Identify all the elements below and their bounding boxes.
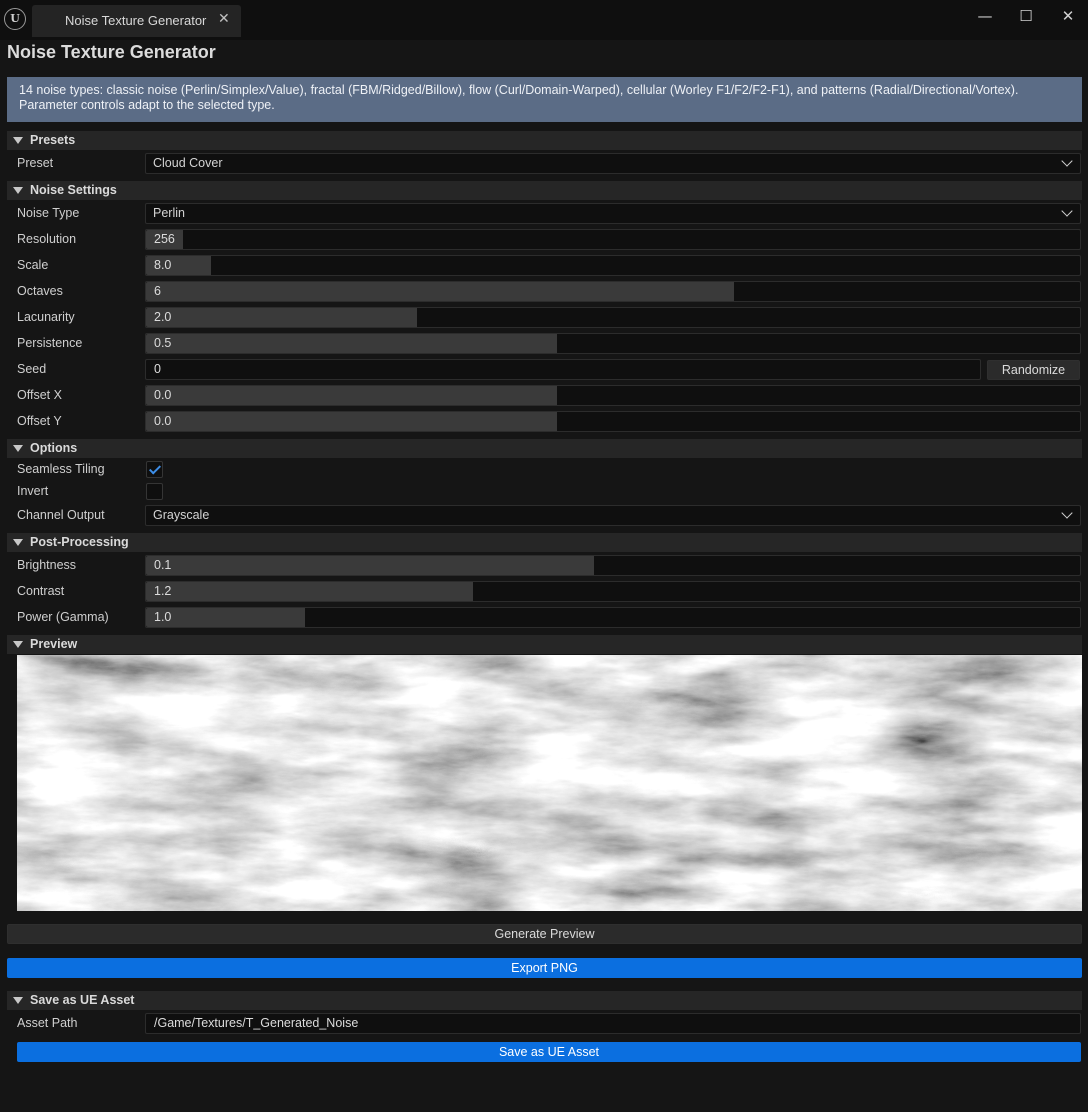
noise-preview-image bbox=[17, 655, 1082, 911]
section-header-post-processing[interactable]: Post-Processing bbox=[7, 533, 1082, 552]
contrast-label: Contrast bbox=[17, 584, 65, 598]
invert-label: Invert bbox=[17, 484, 49, 498]
offset-x-label: Offset X bbox=[17, 388, 62, 402]
section-title: Noise Settings bbox=[30, 183, 117, 197]
triangle-down-icon bbox=[13, 641, 23, 648]
page-title: Noise Texture Generator bbox=[7, 42, 216, 62]
slider-value: 2.0 bbox=[154, 310, 172, 324]
section-title: Post-Processing bbox=[30, 535, 129, 549]
channel-output-value: Grayscale bbox=[153, 508, 210, 522]
maximize-icon[interactable]: ☐ bbox=[1012, 6, 1040, 28]
lacunarity-slider[interactable]: 2.0 bbox=[145, 307, 1081, 328]
slider-fill bbox=[146, 282, 735, 301]
slider-value: 0.1 bbox=[154, 558, 172, 572]
triangle-down-icon bbox=[13, 445, 23, 452]
preset-value: Cloud Cover bbox=[153, 156, 223, 170]
close-icon[interactable]: ✕ bbox=[218, 11, 230, 27]
slider-value: 256 bbox=[154, 232, 175, 246]
section-title: Options bbox=[30, 441, 78, 455]
octaves-slider[interactable]: 6 bbox=[145, 281, 1081, 302]
slider-value: 6 bbox=[154, 284, 161, 298]
invert-checkbox[interactable] bbox=[146, 483, 163, 500]
persistence-slider[interactable]: 0.5 bbox=[145, 333, 1081, 354]
triangle-down-icon bbox=[13, 997, 23, 1004]
seed-value: 0 bbox=[154, 362, 161, 376]
resolution-label: Resolution bbox=[17, 232, 77, 246]
window-titlebar: U Noise Texture Generator ✕ — ☐ ✕ bbox=[0, 0, 1088, 40]
section-header-presets[interactable]: Presets bbox=[7, 131, 1082, 150]
checkmark-icon bbox=[148, 462, 162, 475]
slider-fill bbox=[146, 386, 557, 405]
power-gamma-label: Power (Gamma) bbox=[17, 610, 109, 624]
offset-x-slider[interactable]: 0.0 bbox=[145, 385, 1081, 406]
minimize-icon[interactable]: — bbox=[971, 6, 999, 28]
slider-fill bbox=[146, 556, 595, 575]
preset-label: Preset bbox=[17, 156, 54, 170]
slider-value: 0.0 bbox=[154, 414, 172, 428]
section-header-options[interactable]: Options bbox=[7, 439, 1082, 458]
scale-slider[interactable]: 8.0 bbox=[145, 255, 1081, 276]
power-gamma-slider[interactable]: 1.0 bbox=[145, 607, 1081, 628]
seed-label: Seed bbox=[17, 362, 47, 376]
slider-value: 8.0 bbox=[154, 258, 172, 272]
slider-fill bbox=[146, 582, 473, 601]
seed-input[interactable]: 0 bbox=[145, 359, 981, 380]
unreal-logo-icon: U bbox=[4, 8, 26, 30]
section-title: Preview bbox=[30, 637, 78, 651]
window-close-icon[interactable]: ✕ bbox=[1054, 6, 1082, 28]
tab-noise-texture-generator[interactable]: Noise Texture Generator ✕ bbox=[32, 5, 241, 37]
asset-path-value: /Game/Textures/T_Generated_Noise bbox=[154, 1016, 359, 1030]
persistence-label: Persistence bbox=[17, 336, 83, 350]
save-as-ue-asset-button[interactable]: Save as UE Asset bbox=[17, 1042, 1081, 1062]
octaves-label: Octaves bbox=[17, 284, 63, 298]
noise-type-value: Perlin bbox=[153, 206, 185, 220]
offset-y-label: Offset Y bbox=[17, 414, 62, 428]
brightness-slider[interactable]: 0.1 bbox=[145, 555, 1081, 576]
channel-output-label: Channel Output bbox=[17, 508, 105, 522]
section-title: Presets bbox=[30, 133, 76, 147]
randomize-button[interactable]: Randomize bbox=[987, 360, 1080, 380]
chevron-down-icon bbox=[1061, 155, 1073, 167]
section-header-save-as-ue-asset[interactable]: Save as UE Asset bbox=[7, 991, 1082, 1010]
scale-label: Scale bbox=[17, 258, 49, 272]
lacunarity-label: Lacunarity bbox=[17, 310, 75, 324]
seamless-tiling-label: Seamless Tiling bbox=[17, 462, 105, 476]
section-header-preview[interactable]: Preview bbox=[7, 635, 1082, 654]
channel-output-dropdown[interactable]: Grayscale bbox=[145, 505, 1081, 526]
triangle-down-icon bbox=[13, 187, 23, 194]
slider-fill bbox=[146, 334, 557, 353]
section-title: Save as UE Asset bbox=[30, 993, 135, 1007]
slider-value: 1.0 bbox=[154, 610, 172, 624]
chevron-down-icon bbox=[1061, 507, 1073, 519]
asset-path-label: Asset Path bbox=[17, 1016, 78, 1030]
section-header-noise-settings[interactable]: Noise Settings bbox=[7, 181, 1082, 200]
export-png-button[interactable]: Export PNG bbox=[7, 958, 1082, 978]
chevron-down-icon bbox=[1061, 205, 1073, 217]
slider-fill bbox=[146, 412, 557, 431]
tab-title: Noise Texture Generator bbox=[65, 13, 207, 28]
slider-value: 0.5 bbox=[154, 336, 172, 350]
contrast-slider[interactable]: 1.2 bbox=[145, 581, 1081, 602]
slider-value: 0.0 bbox=[154, 388, 172, 402]
noise-type-label: Noise Type bbox=[17, 206, 80, 220]
offset-y-slider[interactable]: 0.0 bbox=[145, 411, 1081, 432]
brightness-label: Brightness bbox=[17, 558, 77, 572]
info-banner: 14 noise types: classic noise (Perlin/Si… bbox=[7, 77, 1082, 122]
asset-path-input[interactable]: /Game/Textures/T_Generated_Noise bbox=[145, 1013, 1081, 1034]
slider-value: 1.2 bbox=[154, 584, 172, 598]
triangle-down-icon bbox=[13, 539, 23, 546]
preset-dropdown[interactable]: Cloud Cover bbox=[145, 153, 1081, 174]
generate-preview-button[interactable]: Generate Preview bbox=[7, 924, 1082, 944]
resolution-slider[interactable]: 256 bbox=[145, 229, 1081, 250]
slider-fill bbox=[146, 308, 417, 327]
triangle-down-icon bbox=[13, 137, 23, 144]
seamless-tiling-checkbox[interactable] bbox=[146, 461, 163, 478]
noise-type-dropdown[interactable]: Perlin bbox=[145, 203, 1081, 224]
